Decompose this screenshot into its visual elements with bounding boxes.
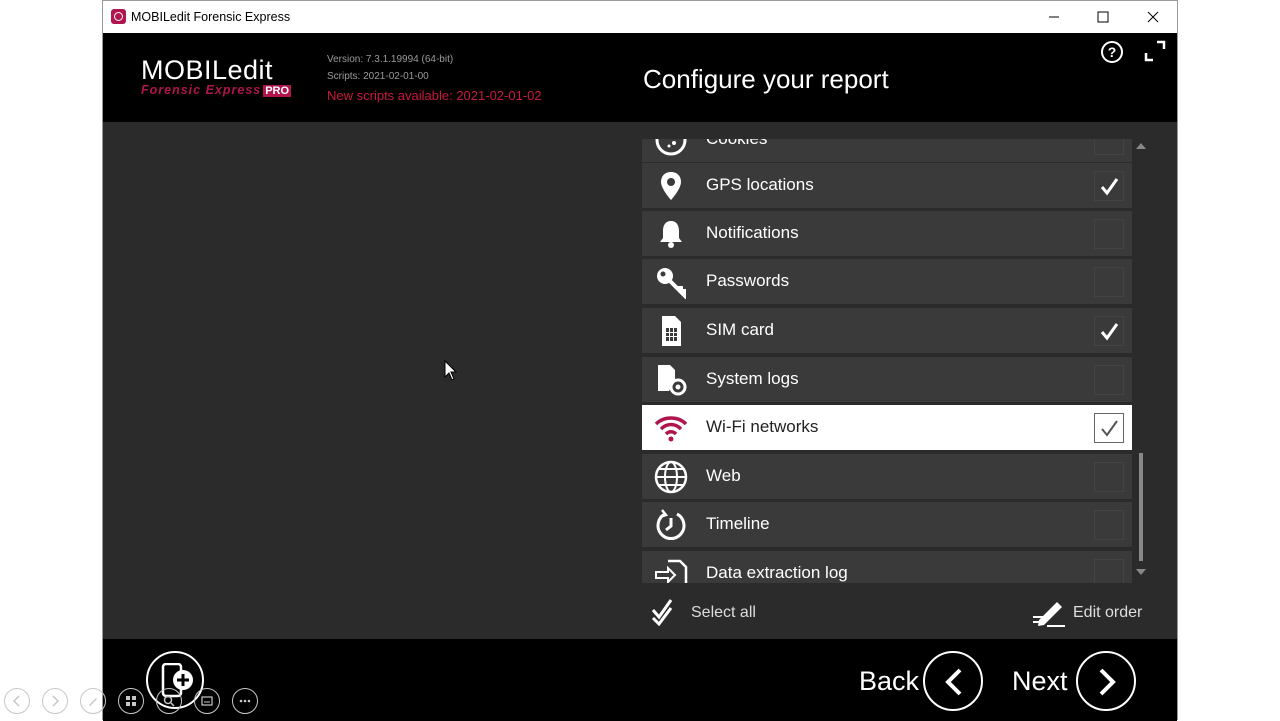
- logo-sub: Forensic Express PRO: [141, 83, 292, 97]
- window-title: MOBILedit Forensic Express: [131, 10, 291, 24]
- cookie-icon: [655, 139, 687, 156]
- maximize-icon: [1097, 11, 1109, 23]
- page-title: Configure your report: [643, 64, 889, 94]
- logo-sub-text: Forensic Express: [141, 83, 262, 97]
- app-window: MOBILedit Forensic Express MOBILedit For…: [102, 0, 1178, 721]
- list-item-web[interactable]: Web: [642, 454, 1132, 499]
- list-item-wifi-networks[interactable]: Wi-Fi networks: [642, 405, 1132, 450]
- double-check-icon: [651, 599, 673, 626]
- close-button[interactable]: [1130, 1, 1176, 33]
- help-icon[interactable]: ?: [1101, 41, 1123, 63]
- list-item-notifications[interactable]: Notifications: [642, 211, 1132, 256]
- checkbox-cookies[interactable]: [1094, 139, 1124, 155]
- app-header: MOBILedit Forensic Express PRO Version: 7…: [103, 33, 1177, 122]
- list-item-label: Timeline: [706, 514, 770, 533]
- back-button[interactable]: Back: [859, 651, 983, 711]
- edit-order-label: Edit order: [1073, 604, 1143, 621]
- checkbox-wifi-networks[interactable]: [1094, 413, 1124, 443]
- next-button[interactable]: Next: [1012, 651, 1136, 711]
- minimize-icon: [1049, 16, 1059, 18]
- checkbox-sim-card[interactable]: [1094, 316, 1124, 346]
- list-item-passwords[interactable]: Passwords: [642, 259, 1132, 304]
- maximize-button[interactable]: [1080, 1, 1126, 33]
- checkmark-icon: [1101, 420, 1118, 437]
- globe-icon: [654, 460, 688, 494]
- list-item-label: GPS locations: [706, 175, 814, 194]
- wifi-icon: [654, 416, 688, 442]
- title-bar: MOBILedit Forensic Express: [103, 1, 1177, 33]
- bell-icon: [660, 221, 682, 248]
- list-item-label: System logs: [706, 369, 799, 388]
- timeline-icon: [656, 509, 686, 541]
- list-item-sim-card[interactable]: SIM card: [642, 308, 1132, 353]
- list-item-cookies[interactable]: Cookies: [642, 139, 1132, 162]
- next-slide-icon[interactable]: [42, 688, 68, 714]
- list-item-label: Web: [706, 466, 741, 485]
- list-item-label: Cookies: [706, 139, 767, 149]
- list-scrollbar[interactable]: [1136, 141, 1146, 577]
- list-item-data-extraction-log[interactable]: Data extraction log: [642, 551, 1132, 583]
- subtitles-icon[interactable]: [194, 688, 220, 714]
- pen-tool-icon[interactable]: [80, 688, 106, 714]
- checkbox-web[interactable]: [1094, 462, 1124, 492]
- sim-card-icon: [662, 316, 681, 346]
- list-item-label: Passwords: [706, 271, 790, 290]
- scripts-version-text: Scripts: 2021-02-01-00: [327, 71, 429, 82]
- list-item-gps-locations[interactable]: GPS locations: [642, 163, 1132, 208]
- minimize-button[interactable]: [1031, 1, 1077, 33]
- key-icon: [657, 268, 686, 299]
- location-pin-icon: [661, 172, 681, 200]
- new-scripts-link[interactable]: New scripts available: 2021-02-01-02: [327, 88, 542, 103]
- slides-grid-icon[interactable]: [118, 688, 144, 714]
- edit-pencil-icon: [1033, 602, 1065, 627]
- checkbox-notifications[interactable]: [1094, 219, 1124, 249]
- zoom-icon[interactable]: [156, 688, 182, 714]
- previous-slide-icon[interactable]: [4, 688, 30, 714]
- more-options-icon[interactable]: [232, 688, 258, 714]
- list-item-label: Wi-Fi networks: [706, 417, 819, 436]
- list-item-label: Data extraction log: [706, 563, 848, 582]
- edit-order-button[interactable]: Edit order: [1033, 598, 1153, 628]
- list-item-label: Notifications: [706, 223, 799, 242]
- presentation-controls: [4, 688, 268, 716]
- list-item-timeline[interactable]: Timeline: [642, 502, 1132, 547]
- logo-pro-badge: PRO: [263, 85, 292, 97]
- list-item-system-logs[interactable]: System logs: [642, 357, 1132, 402]
- checkmark-icon: [1100, 323, 1119, 341]
- scroll-thumb[interactable]: [1139, 453, 1143, 561]
- report-items-list: Cookies GPS locations Notifications: [642, 139, 1132, 583]
- fullscreen-icon[interactable]: [1143, 39, 1167, 63]
- checkbox-passwords[interactable]: [1094, 267, 1124, 297]
- list-item-label: SIM card: [706, 320, 775, 339]
- mouse-cursor-icon: [444, 360, 458, 381]
- system-logs-icon: [658, 365, 687, 396]
- select-all-label: Select all: [691, 604, 756, 621]
- scroll-down-arrow-icon[interactable]: [1136, 569, 1146, 575]
- close-icon: [1147, 11, 1159, 23]
- checkbox-system-logs[interactable]: [1094, 365, 1124, 395]
- checkmark-icon: [1100, 178, 1119, 196]
- chevron-right-icon: [1076, 651, 1136, 711]
- checkbox-timeline[interactable]: [1094, 510, 1124, 540]
- next-label: Next: [1012, 666, 1068, 696]
- checkbox-data-extraction-log[interactable]: [1094, 559, 1124, 583]
- scroll-up-arrow-icon[interactable]: [1136, 143, 1146, 149]
- logo-main: MOBILedit: [141, 55, 274, 85]
- app-icon: [111, 9, 126, 24]
- extraction-log-icon: [655, 559, 688, 583]
- back-label: Back: [859, 666, 920, 696]
- checkbox-gps-locations[interactable]: [1094, 171, 1124, 201]
- version-text: Version: 7.3.1.19994 (64-bit): [327, 54, 454, 65]
- chevron-left-icon: [923, 651, 983, 711]
